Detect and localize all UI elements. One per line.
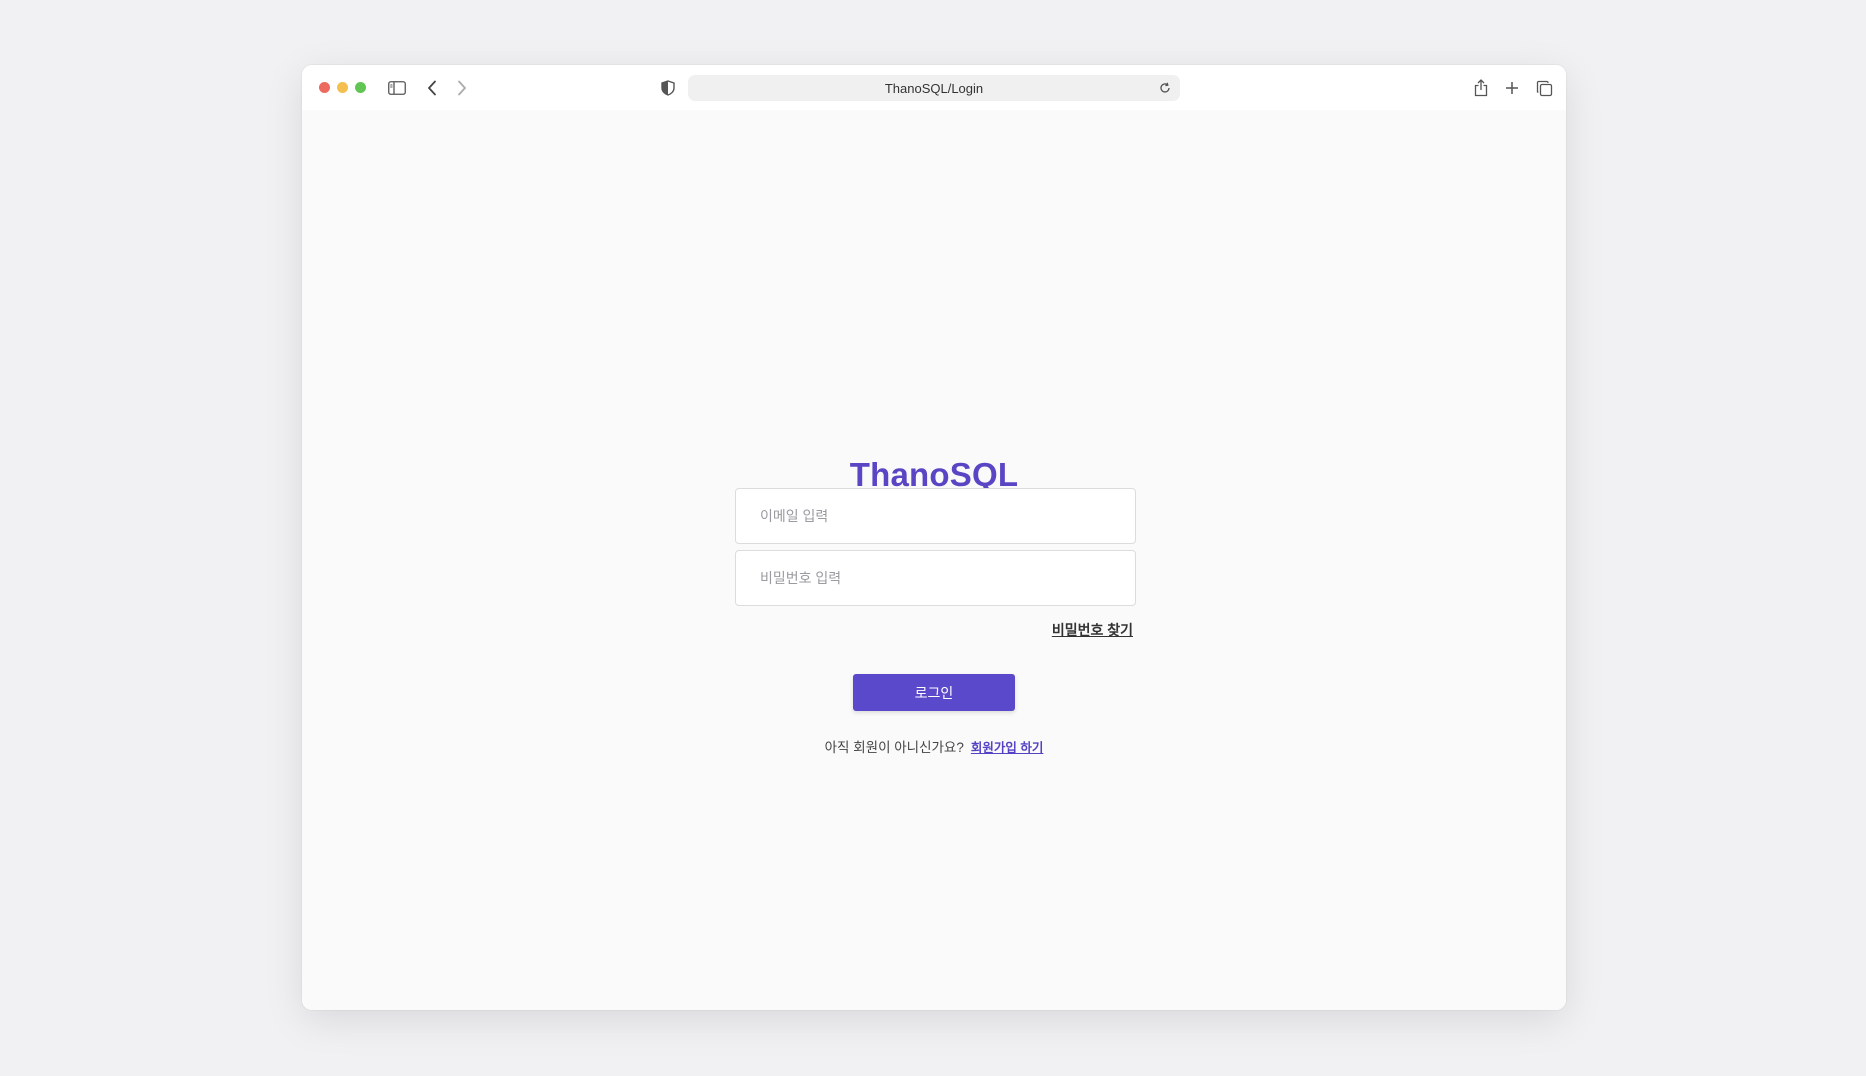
signup-link[interactable]: 회원가입 하기 bbox=[971, 737, 1043, 756]
sidebar-icon[interactable] bbox=[386, 77, 408, 99]
chevron-right-icon[interactable] bbox=[451, 77, 473, 99]
shield-icon[interactable] bbox=[657, 77, 679, 99]
signup-row: 아직 회원이 아니신가요? 회원가입 하기 bbox=[302, 736, 1566, 756]
address-bar[interactable]: ThanoSQL/Login bbox=[688, 75, 1180, 101]
browser-toolbar: ThanoSQL/Login bbox=[302, 65, 1566, 110]
email-field[interactable] bbox=[735, 488, 1136, 544]
tabs-overview-icon[interactable] bbox=[1533, 77, 1555, 99]
chevron-left-icon[interactable] bbox=[421, 77, 443, 99]
minimize-window-button[interactable] bbox=[337, 82, 348, 93]
login-button[interactable]: 로그인 bbox=[853, 674, 1015, 711]
plus-icon[interactable] bbox=[1501, 77, 1523, 99]
share-icon[interactable] bbox=[1470, 77, 1492, 99]
signup-prompt: 아직 회원이 아니신가요? bbox=[824, 740, 964, 755]
forgot-password-link[interactable]: 비밀번호 찾기 bbox=[1052, 620, 1133, 640]
zoom-window-button[interactable] bbox=[355, 82, 366, 93]
page-content: ThanoSQL 비밀번호 찾기 로그인 아직 회원이 아니신가요? 회원가입 … bbox=[302, 110, 1566, 1010]
reload-icon[interactable] bbox=[1156, 79, 1174, 97]
browser-window: ThanoSQL/Login ThanoSQL 비밀번호 찾기 로그인 아직 회… bbox=[302, 65, 1566, 1010]
close-window-button[interactable] bbox=[319, 82, 330, 93]
password-field[interactable] bbox=[735, 550, 1136, 606]
url-text: ThanoSQL/Login bbox=[884, 80, 984, 96]
